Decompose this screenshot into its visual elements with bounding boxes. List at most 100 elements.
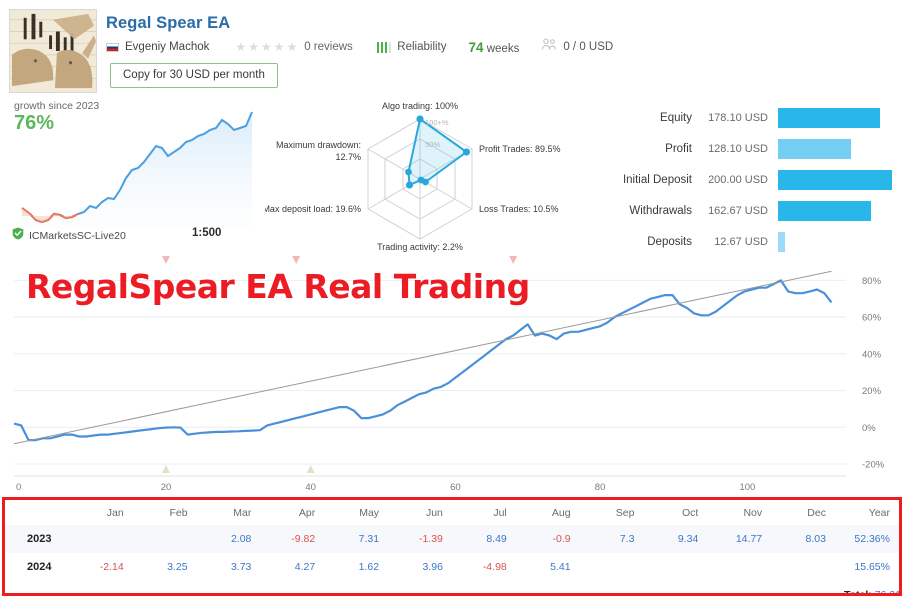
stat-label: Profit <box>665 143 692 155</box>
stat-value: 128.10 USD <box>708 143 768 155</box>
table-cell-month: 5.41 <box>550 561 571 573</box>
subscribers-value: 0 / 0 USD <box>563 41 614 53</box>
stat-value: 178.10 USD <box>708 112 768 124</box>
table-cell-month: 9.34 <box>677 533 699 545</box>
overlay-title-text: RegalSpear EA Real Trading <box>26 267 530 306</box>
table-col-may: May <box>359 506 380 519</box>
reliability-label: Reliability <box>397 41 447 53</box>
meta-row: Evgeniy Machok ★ ★ ★ ★ ★ 0 reviews Relia… <box>106 38 613 56</box>
bull-bear-candlestick-image <box>10 10 96 92</box>
stat-label: Deposits <box>647 236 692 248</box>
x-axis-tick-label: 40 <box>305 482 316 493</box>
monthly-returns-table: Jan Feb Mar Apr May Jun Jul Aug Sep Oct Nov Dec Year… <box>2 497 902 596</box>
table-col-sep: Sep <box>615 506 635 519</box>
growth-label: growth since 2023 <box>14 100 100 112</box>
star-icon: ★ <box>235 40 247 54</box>
stat-row: Profit 128.10 USD <box>600 136 904 162</box>
chart-marker-down <box>292 256 301 264</box>
stat-bar-wrap <box>778 198 904 224</box>
profile-header: Regal Spear EA Evgeniy Machok ★ ★ ★ ★ ★ … <box>0 0 904 96</box>
table-cell-month: 8.03 <box>805 533 826 545</box>
stat-value: 200.00 USD <box>708 174 768 186</box>
table-cell-month <box>707 553 771 581</box>
y-axis-tick-label: 0% <box>862 423 876 434</box>
table-cell-month: -0.9 <box>552 533 571 545</box>
people-icon <box>541 38 557 56</box>
table-col-year <box>5 500 69 525</box>
radar-label-max-deposit-load: Max deposit load: 19.6% <box>265 204 361 214</box>
table-total-spacer <box>5 581 835 593</box>
table-cell-month <box>771 553 835 581</box>
stat-label: Withdrawals <box>629 205 692 217</box>
rating-stars[interactable]: ★ ★ ★ ★ ★ <box>235 41 297 53</box>
stat-bar-wrap <box>778 136 904 162</box>
table-cell-month: 3.73 <box>230 561 252 573</box>
table-col-mar: Mar <box>233 506 252 519</box>
x-axis-tick-label: 0 <box>16 482 21 493</box>
reliability-bars-icon <box>376 41 392 53</box>
table-cell-month <box>69 525 133 553</box>
broker-info: ICMarketsSC-Live20 <box>12 227 126 245</box>
table-col-year: Year <box>868 506 890 519</box>
stat-row: Initial Deposit 200.00 USD <box>600 167 904 193</box>
table-cell-month: 1.62 <box>358 561 380 573</box>
broker-name[interactable]: ICMarketsSC-Live20 <box>29 230 126 242</box>
table-total-cell: Total: 76.21% <box>835 581 899 593</box>
stat-label: Equity <box>660 112 692 124</box>
page-title[interactable]: Regal Spear EA <box>106 14 230 33</box>
flag-russia-icon <box>106 42 119 52</box>
chart-marker-up <box>161 465 170 473</box>
table-col-dec: Dec <box>807 506 826 519</box>
radar-inner-ring-label: 50% <box>425 140 440 149</box>
stat-bar <box>778 201 871 221</box>
table-cell-month <box>133 525 197 553</box>
stat-bar <box>778 170 892 190</box>
star-icon: ★ <box>286 40 298 54</box>
star-icon: ★ <box>248 40 259 54</box>
stat-bar-wrap <box>778 105 904 131</box>
growth-value: 76% <box>14 112 55 134</box>
table-cell-month: 8.49 <box>486 533 507 545</box>
table-cell-month: 3.96 <box>422 561 443 573</box>
table-col-jan: Jan <box>106 506 124 519</box>
y-axis-tick-label: 60% <box>862 313 882 324</box>
stat-row: Equity 178.10 USD <box>600 105 904 131</box>
star-icon: ★ <box>273 40 285 54</box>
stat-row: Deposits 12.67 USD <box>600 229 904 255</box>
stat-bar-wrap <box>778 229 904 255</box>
stat-bar <box>778 232 786 252</box>
table-cell-month: 4.27 <box>294 561 316 573</box>
stat-row: Withdrawals 162.67 USD <box>600 198 904 224</box>
table-cell-month: -4.98 <box>482 561 507 573</box>
product-thumbnail[interactable] <box>9 9 97 93</box>
author-name[interactable]: Evgeniy Machok <box>125 41 209 53</box>
x-axis-tick-label: 60 <box>450 482 461 493</box>
stat-bar <box>778 139 852 159</box>
growth-sparkline-block: growth since 2023 76% ICMarketsSC-Live20… <box>0 96 262 254</box>
stat-bar <box>778 108 880 128</box>
x-axis-tick-label: 100 <box>739 482 755 493</box>
table-cell-month <box>643 553 707 581</box>
table-cell-month: -2.14 <box>99 561 124 573</box>
summary-strip: growth since 2023 76% ICMarketsSC-Live20… <box>0 96 904 254</box>
weeks-label: weeks <box>486 42 520 55</box>
copy-subscribe-button[interactable]: Copy for 30 USD per month <box>110 63 278 88</box>
table-cell-year: 2023 <box>27 533 52 545</box>
leverage-value: 1:500 <box>192 227 222 239</box>
table-row: 2023 2.08 -9.82 7.31 -1.39 8.49 -0.9 7.3 9.34 14.… <box>5 525 899 553</box>
radar-label-trading-activity: Trading activity: 2.2% <box>377 242 463 252</box>
radar-chart-block: 100+% 50% Algo trading: 100% Profit Trad… <box>265 96 595 254</box>
stat-bar-wrap <box>778 167 904 193</box>
table-col-jul: Jul <box>493 506 507 519</box>
table-header-row: Jan Feb Mar Apr May Jun Jul Aug Sep Oct Nov Dec Year <box>5 500 899 525</box>
chart-marker-down <box>161 256 170 264</box>
weeks-value: 74 <box>468 39 484 55</box>
star-icon: ★ <box>260 40 272 54</box>
reviews-count: 0 reviews <box>304 41 353 53</box>
subscribers-info: 0 / 0 USD <box>541 38 613 56</box>
reliability-indicator: Reliability <box>376 41 447 53</box>
radar-label-maximum-drawdown-value: 12.7% <box>335 152 361 162</box>
table-cell-month: 3.25 <box>167 561 188 573</box>
radar-outer-ring-label: 100+% <box>425 118 449 127</box>
radar-label-profit-trades: Profit Trades: 89.5% <box>479 144 561 154</box>
